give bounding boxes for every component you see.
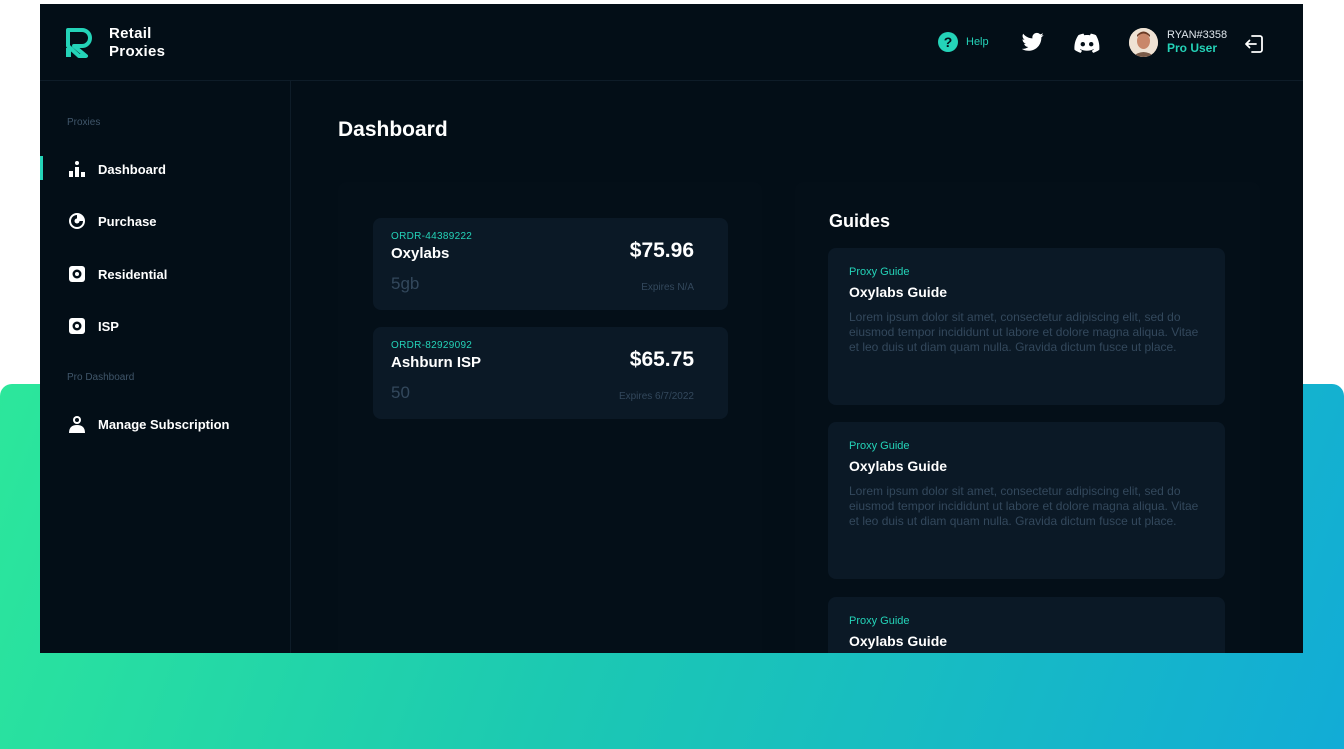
order-card[interactable]: ORDR-82929092 Ashburn ISP 50 $65.75 Expi… — [373, 327, 728, 419]
sidebar-item-label: Residential — [98, 266, 168, 282]
purchase-icon — [68, 212, 86, 230]
section-label-proxies: Proxies — [67, 117, 101, 128]
sidebar-item-label: Dashboard — [98, 161, 166, 177]
app-window: Retail Proxies ? Help RYAN#3358 Pro User… — [40, 4, 1303, 653]
twitter-icon[interactable] — [1022, 32, 1044, 52]
guide-title: Oxylabs Guide — [849, 633, 948, 649]
order-price: $75.96 — [629, 239, 694, 262]
order-expiry: Expires 6/7/2022 — [618, 391, 694, 402]
sidebar-item-label: ISP — [98, 318, 119, 334]
help-link[interactable]: ? Help — [938, 32, 989, 52]
guide-card[interactable]: Proxy Guide Oxylabs Guide — [828, 597, 1225, 653]
isp-icon — [68, 317, 86, 335]
order-name: Oxylabs — [391, 245, 450, 262]
guide-title: Oxylabs Guide — [849, 458, 948, 474]
order-id: ORDR-82929092 — [391, 340, 473, 351]
order-quantity: 50 — [391, 383, 410, 402]
order-card[interactable]: ORDR-44389222 Oxylabs 5gb $75.96 Expires… — [373, 218, 728, 310]
sidebar-item-isp[interactable]: ISP — [40, 313, 290, 339]
user-icon — [68, 415, 86, 433]
guide-card[interactable]: Proxy Guide Oxylabs Guide Lorem ipsum do… — [828, 248, 1225, 405]
page-title: Dashboard — [338, 118, 448, 141]
guide-title: Oxylabs Guide — [849, 284, 948, 300]
residential-icon — [68, 265, 86, 283]
guide-description: Lorem ipsum dolor sit amet, consectetur … — [849, 310, 1199, 354]
sidebar-item-purchase[interactable]: Purchase — [40, 208, 290, 234]
brand-name[interactable]: Retail Proxies — [109, 25, 165, 61]
discord-icon[interactable] — [1074, 33, 1100, 53]
sidebar-item-residential[interactable]: Residential — [40, 261, 290, 287]
section-label-pro-dashboard: Pro Dashboard — [67, 372, 135, 383]
sidebar-item-label: Manage Subscription — [98, 416, 230, 432]
order-price: $65.75 — [629, 348, 694, 371]
order-name: Ashburn ISP — [391, 354, 482, 371]
guide-card[interactable]: Proxy Guide Oxylabs Guide Lorem ipsum do… — [828, 422, 1225, 579]
avatar-image — [1129, 28, 1158, 57]
guides-title: Guides — [829, 211, 891, 231]
sidebar-item-manage-subscription[interactable]: Manage Subscription — [40, 411, 290, 437]
guide-category: Proxy Guide — [849, 615, 910, 627]
order-quantity: 5gb — [391, 274, 420, 293]
user-role: Pro User — [1167, 41, 1218, 55]
brand-line-1: Retail — [109, 25, 152, 42]
top-header: Retail Proxies ? Help RYAN#3358 Pro User — [40, 4, 1303, 81]
sidebar-item-dashboard[interactable]: Dashboard — [40, 156, 290, 182]
user-info[interactable]: RYAN#3358 Pro User — [1167, 29, 1227, 55]
help-icon: ? — [938, 32, 958, 52]
guide-description: Lorem ipsum dolor sit amet, consectetur … — [849, 484, 1199, 528]
orders-panel: ORDR-44389222 Oxylabs 5gb $75.96 Expires… — [338, 182, 762, 653]
guide-category: Proxy Guide — [849, 266, 910, 278]
logout-icon[interactable] — [1243, 33, 1265, 55]
brand-line-2: Proxies — [109, 43, 166, 60]
avatar[interactable] — [1129, 28, 1158, 57]
order-id: ORDR-44389222 — [391, 231, 473, 242]
guides-panel: Guides Proxy Guide Oxylabs Guide Lorem i… — [795, 182, 1260, 653]
sidebar: Proxies Dashboard Purchase Residential I… — [40, 81, 291, 653]
guide-category: Proxy Guide — [849, 440, 910, 452]
dashboard-icon — [68, 160, 86, 178]
logo-icon — [66, 28, 92, 58]
sidebar-item-label: Purchase — [98, 213, 157, 229]
help-label: Help — [966, 36, 989, 48]
order-expiry: Expires N/A — [641, 282, 694, 293]
